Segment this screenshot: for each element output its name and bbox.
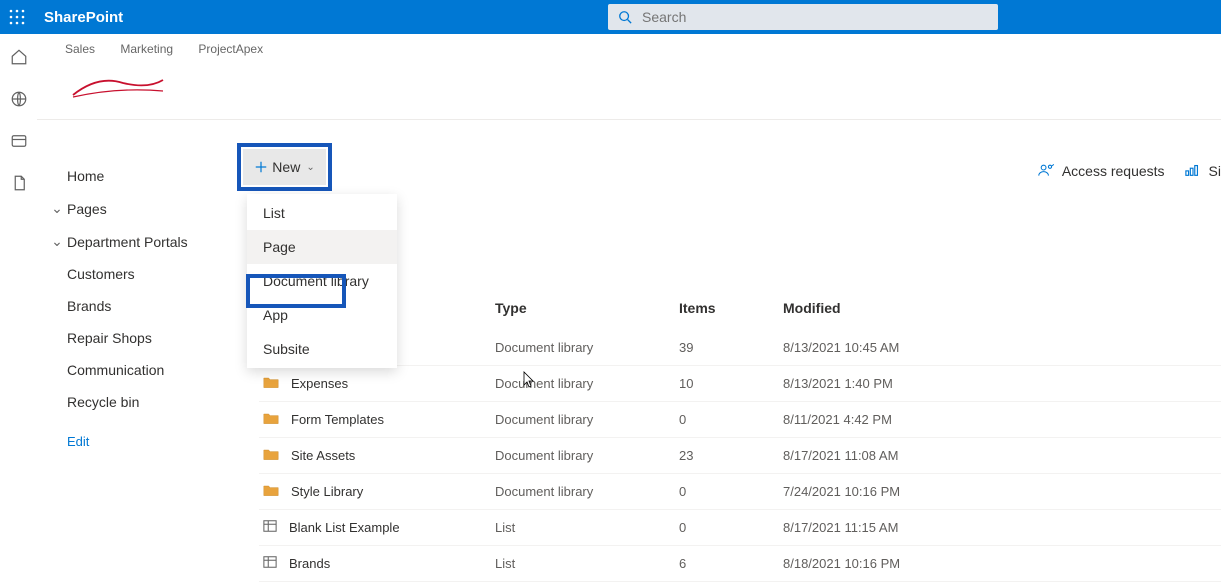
row-modified: 8/18/2021 10:16 PM — [783, 556, 1221, 571]
site-workflows-link[interactable]: Si — [1209, 163, 1221, 179]
breadcrumb-item[interactable]: Sales — [65, 42, 95, 56]
row-items: 0 — [679, 412, 783, 427]
row-name: Form Templates — [291, 412, 384, 427]
nav-edit-link[interactable]: Edit — [37, 418, 237, 449]
row-items: 23 — [679, 448, 783, 463]
row-type: Document library — [495, 412, 679, 427]
row-type: Document library — [495, 484, 679, 499]
chevron-down-icon: ⌄ — [306, 162, 314, 173]
table-header: Name Type Items Modified — [259, 300, 1221, 330]
row-items: 6 — [679, 556, 783, 571]
table-row[interactable]: Blank List Example List08/17/2021 11:15 A… — [259, 510, 1221, 546]
row-name: Brands — [289, 556, 330, 571]
row-modified: 7/24/2021 10:16 PM — [783, 484, 1221, 499]
table-row[interactable]: Site Assets Document library238/17/2021 1… — [259, 438, 1221, 474]
row-modified: 8/17/2021 11:08 AM — [783, 448, 1221, 463]
row-type: List — [495, 520, 679, 535]
nav-item-label: Home — [67, 168, 104, 184]
row-type: Document library — [495, 340, 679, 355]
search-box[interactable] — [608, 4, 998, 30]
globe-icon[interactable] — [10, 90, 28, 108]
folder-icon — [263, 411, 279, 428]
app-title: SharePoint — [44, 9, 123, 26]
site-left-nav: Home⌄Pages⌄Department PortalsCustomersBr… — [37, 140, 237, 574]
nav-item-label: Repair Shops — [67, 330, 152, 346]
row-type: Document library — [495, 448, 679, 463]
nav-item-label: Recycle bin — [67, 394, 139, 410]
search-icon — [618, 10, 632, 24]
row-items: 0 — [679, 484, 783, 499]
app-rail — [0, 34, 37, 574]
new-dropdown-menu: ListPageDocument libraryAppSubsite — [247, 194, 397, 368]
table-row[interactable]: Brands List68/18/2021 10:16 PM — [259, 546, 1221, 582]
breadcrumb-item[interactable]: Marketing — [120, 42, 173, 56]
chevron-down-icon: ⌄ — [47, 200, 67, 217]
row-modified: 8/11/2021 4:42 PM — [783, 412, 1221, 427]
table-row[interactable]: Style Library Document library07/24/2021 … — [259, 474, 1221, 510]
global-suite-bar: SharePoint — [0, 0, 1221, 34]
list-icon — [263, 555, 277, 572]
row-name: Site Assets — [291, 448, 355, 463]
list-icon — [263, 519, 277, 536]
dropdown-item-subsite[interactable]: Subsite — [247, 332, 397, 366]
nav-item-brands[interactable]: Brands — [37, 290, 237, 322]
nav-item-label: Department Portals — [67, 234, 188, 250]
row-type: List — [495, 556, 679, 571]
dropdown-item-document-library[interactable]: Document library — [247, 264, 397, 298]
table-row[interactable]: DocumentsDocument library398/13/2021 10:… — [259, 330, 1221, 366]
app-launcher-icon[interactable] — [0, 0, 34, 34]
site-contents: New ⌄ Access requests Si ListPageDocumen… — [237, 140, 1221, 574]
highlight-new-button: New ⌄ — [237, 143, 332, 191]
nav-item-home[interactable]: Home — [37, 160, 237, 192]
nav-item-pages[interactable]: ⌄Pages — [37, 192, 237, 225]
breadcrumb: Sales Marketing ProjectApex — [65, 42, 285, 56]
folder-icon — [263, 483, 279, 500]
dropdown-item-list[interactable]: List — [247, 196, 397, 230]
row-modified: 8/13/2021 10:45 AM — [783, 340, 1221, 355]
table-row[interactable]: Form Templates Document library08/11/2021… — [259, 402, 1221, 438]
nav-item-label: Customers — [67, 266, 135, 282]
news-icon[interactable] — [10, 132, 28, 150]
nav-item-communication[interactable]: Communication — [37, 354, 237, 386]
folder-icon — [263, 375, 279, 392]
access-requests-icon — [1038, 163, 1054, 180]
row-items: 10 — [679, 376, 783, 391]
site-header: Sales Marketing ProjectApex — [37, 34, 1221, 120]
dropdown-item-app[interactable]: App — [247, 298, 397, 332]
new-button-label: New — [272, 159, 300, 175]
row-name: Style Library — [291, 484, 363, 499]
nav-item-department-portals[interactable]: ⌄Department Portals — [37, 225, 237, 258]
nav-item-label: Pages — [67, 201, 107, 217]
command-bar: New ⌄ Access requests Si ListPageDocumen… — [237, 140, 1221, 202]
nav-item-label: Communication — [67, 362, 164, 378]
col-header-modified[interactable]: Modified — [783, 300, 1221, 316]
search-input[interactable] — [642, 9, 988, 25]
row-items: 39 — [679, 340, 783, 355]
table-row[interactable]: Expenses Document library108/13/2021 1:40… — [259, 366, 1221, 402]
nav-item-repair-shops[interactable]: Repair Shops — [37, 322, 237, 354]
row-type: Document library — [495, 376, 679, 391]
site-workflows-icon — [1185, 163, 1201, 180]
row-modified: 8/17/2021 11:15 AM — [783, 520, 1221, 535]
site-logo — [65, 58, 171, 112]
nav-item-recycle-bin[interactable]: Recycle bin — [37, 386, 237, 418]
new-button[interactable]: New ⌄ — [243, 149, 326, 185]
breadcrumb-item[interactable]: ProjectApex — [198, 42, 263, 56]
files-icon[interactable] — [10, 174, 28, 192]
folder-icon — [263, 447, 279, 464]
chevron-down-icon: ⌄ — [47, 233, 67, 250]
nav-item-customers[interactable]: Customers — [37, 258, 237, 290]
dropdown-item-page[interactable]: Page — [247, 230, 397, 264]
col-header-type[interactable]: Type — [495, 300, 679, 316]
row-name: Blank List Example — [289, 520, 400, 535]
home-icon[interactable] — [10, 48, 28, 66]
row-name: Expenses — [291, 376, 348, 391]
row-modified: 8/13/2021 1:40 PM — [783, 376, 1221, 391]
plus-icon — [254, 160, 268, 174]
access-requests-link[interactable]: Access requests — [1062, 163, 1165, 179]
col-header-items[interactable]: Items — [679, 300, 783, 316]
row-items: 0 — [679, 520, 783, 535]
nav-item-label: Brands — [67, 298, 111, 314]
contents-table: Name Type Items Modified DocumentsDocume… — [259, 300, 1221, 582]
